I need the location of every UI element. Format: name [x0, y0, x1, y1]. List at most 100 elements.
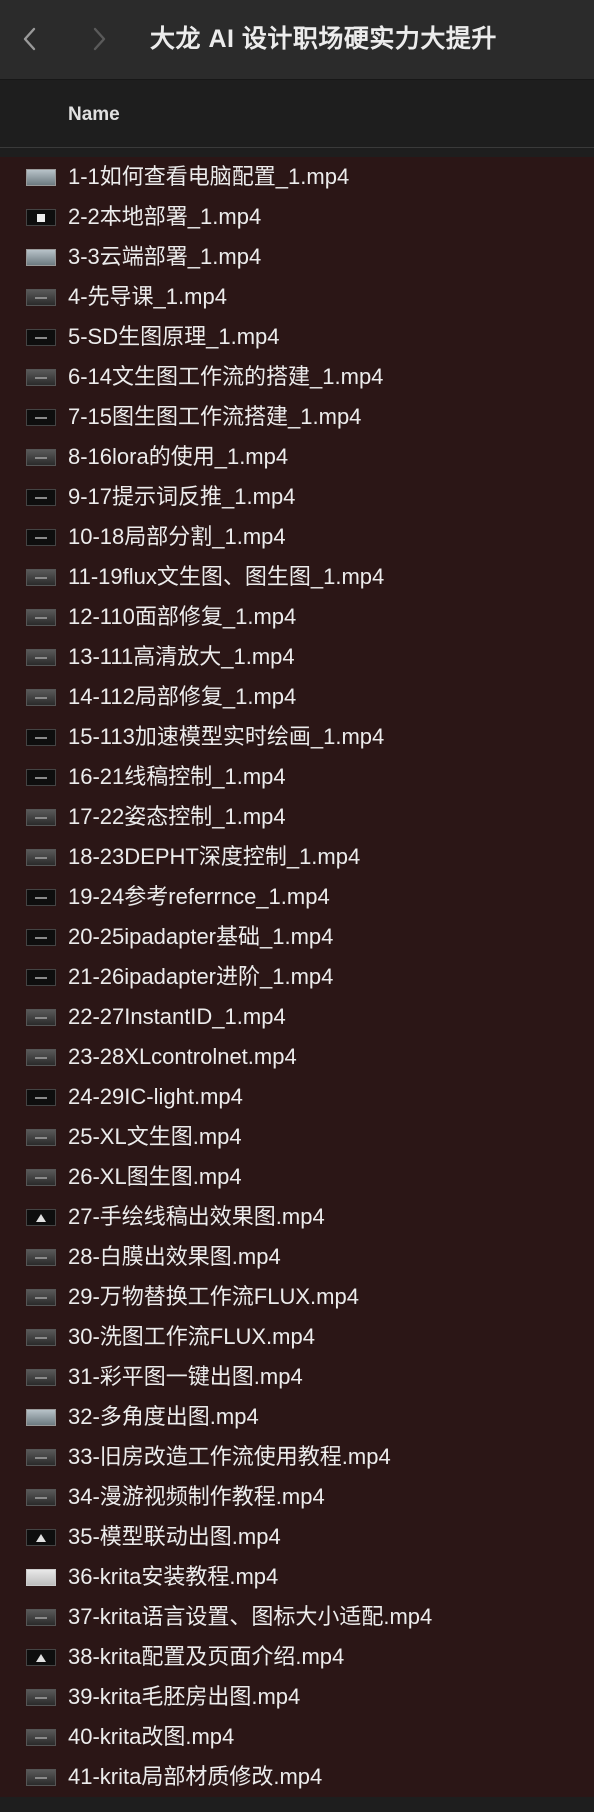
- finder-toolbar: 大龙 AI 设计职场硬实力大提升: [0, 0, 594, 80]
- video-thumbnail-icon: [26, 1129, 56, 1146]
- file-row[interactable]: 27-手绘线稿出效果图.mp4: [0, 1197, 594, 1237]
- file-name: 25-XL文生图.mp4: [68, 1124, 242, 1149]
- file-row[interactable]: 36-krita安装教程.mp4: [0, 1557, 594, 1597]
- file-row[interactable]: 3-3云端部署_1.mp4: [0, 237, 594, 277]
- file-row[interactable]: 21-26ipadapter进阶_1.mp4: [0, 957, 594, 997]
- file-name: 16-21线稿控制_1.mp4: [68, 764, 286, 789]
- video-thumbnail-icon: [26, 1449, 56, 1466]
- file-name: 37-krita语言设置、图标大小适配.mp4: [68, 1604, 433, 1629]
- file-row[interactable]: 14-112局部修复_1.mp4: [0, 677, 594, 717]
- file-name: 14-112局部修复_1.mp4: [68, 684, 297, 709]
- video-thumbnail-icon: [26, 1329, 56, 1346]
- file-row[interactable]: 24-29IC-light.mp4: [0, 1077, 594, 1117]
- file-row[interactable]: 40-krita改图.mp4: [0, 1717, 594, 1757]
- file-name: 22-27InstantID_1.mp4: [68, 1004, 286, 1029]
- file-row[interactable]: 6-14文生图工作流的搭建_1.mp4: [0, 357, 594, 397]
- list-header: Name: [0, 80, 594, 148]
- video-thumbnail-icon: [26, 1369, 56, 1386]
- file-row[interactable]: 23-28XLcontrolnet.mp4: [0, 1037, 594, 1077]
- file-name: 13-111高清放大_1.mp4: [68, 644, 295, 669]
- file-name: 28-白膜出效果图.mp4: [68, 1244, 281, 1269]
- video-thumbnail-icon: [26, 769, 56, 786]
- file-row[interactable]: 35-模型联动出图.mp4: [0, 1517, 594, 1557]
- file-row[interactable]: 18-23DEPHT深度控制_1.mp4: [0, 837, 594, 877]
- video-thumbnail-icon: [26, 569, 56, 586]
- file-row[interactable]: 1-1如何查看电脑配置_1.mp4: [0, 157, 594, 197]
- file-row[interactable]: 12-110面部修复_1.mp4: [0, 597, 594, 637]
- file-row[interactable]: 2-2本地部署_1.mp4: [0, 197, 594, 237]
- file-row[interactable]: 34-漫游视频制作教程.mp4: [0, 1477, 594, 1517]
- file-row[interactable]: 4-先导课_1.mp4: [0, 277, 594, 317]
- file-name: 27-手绘线稿出效果图.mp4: [68, 1204, 325, 1229]
- forward-button[interactable]: [85, 22, 115, 56]
- file-name: 17-22姿态控制_1.mp4: [68, 804, 286, 829]
- video-thumbnail-icon: [26, 1569, 56, 1586]
- file-row[interactable]: 39-krita毛胚房出图.mp4: [0, 1677, 594, 1717]
- video-thumbnail-icon: [26, 729, 56, 746]
- file-name: 11-19flux文生图、图生图_1.mp4: [68, 564, 385, 589]
- video-thumbnail-icon: [26, 329, 56, 346]
- chevron-left-icon: [23, 27, 36, 51]
- file-name: 9-17提示词反推_1.mp4: [68, 484, 296, 509]
- file-row[interactable]: 10-18局部分割_1.mp4: [0, 517, 594, 557]
- video-thumbnail-icon: [26, 1009, 56, 1026]
- column-header-name[interactable]: Name: [68, 104, 120, 126]
- file-name: 29-万物替换工作流FLUX.mp4: [68, 1284, 359, 1309]
- file-name: 7-15图生图工作流搭建_1.mp4: [68, 404, 362, 429]
- video-thumbnail-icon: [26, 889, 56, 906]
- video-thumbnail-icon: [26, 249, 56, 266]
- video-thumbnail-icon: [26, 289, 56, 306]
- file-name: 2-2本地部署_1.mp4: [68, 204, 262, 229]
- video-thumbnail-icon: [26, 1409, 56, 1426]
- file-row[interactable]: 13-111高清放大_1.mp4: [0, 637, 594, 677]
- video-thumbnail-icon: [26, 929, 56, 946]
- back-button[interactable]: [14, 22, 44, 56]
- file-list: 1-1如何查看电脑配置_1.mp4 2-2本地部署_1.mp4 3-3云端部署_1.…: [0, 157, 594, 1797]
- video-thumbnail-icon: [26, 1769, 56, 1786]
- video-thumbnail-icon: [26, 1049, 56, 1066]
- video-thumbnail-icon: [26, 1489, 56, 1506]
- video-thumbnail-icon: [26, 609, 56, 626]
- file-row[interactable]: 11-19flux文生图、图生图_1.mp4: [0, 557, 594, 597]
- file-row[interactable]: 32-多角度出图.mp4: [0, 1397, 594, 1437]
- video-thumbnail-icon: [26, 209, 56, 226]
- video-thumbnail-icon: [26, 1529, 56, 1546]
- file-row[interactable]: 38-krita配置及页面介绍.mp4: [0, 1637, 594, 1677]
- file-row[interactable]: 5-SD生图原理_1.mp4: [0, 317, 594, 357]
- file-name: 35-模型联动出图.mp4: [68, 1524, 281, 1549]
- file-row[interactable]: 19-24参考referrnce_1.mp4: [0, 877, 594, 917]
- file-row[interactable]: 22-27InstantID_1.mp4: [0, 997, 594, 1037]
- file-row[interactable]: 31-彩平图一键出图.mp4: [0, 1357, 594, 1397]
- video-thumbnail-icon: [26, 529, 56, 546]
- video-thumbnail-icon: [26, 1609, 56, 1626]
- file-name: 24-29IC-light.mp4: [68, 1084, 243, 1109]
- file-row[interactable]: 9-17提示词反推_1.mp4: [0, 477, 594, 517]
- video-thumbnail-icon: [26, 409, 56, 426]
- file-name: 26-XL图生图.mp4: [68, 1164, 242, 1189]
- file-name: 18-23DEPHT深度控制_1.mp4: [68, 844, 361, 869]
- file-row[interactable]: 28-白膜出效果图.mp4: [0, 1237, 594, 1277]
- file-name: 12-110面部修复_1.mp4: [68, 604, 297, 629]
- file-row[interactable]: 41-krita局部材质修改.mp4: [0, 1757, 594, 1797]
- file-name: 33-旧房改造工作流使用教程.mp4: [68, 1444, 391, 1469]
- video-thumbnail-icon: [26, 649, 56, 666]
- file-name: 20-25ipadapter基础_1.mp4: [68, 924, 334, 949]
- file-row[interactable]: 33-旧房改造工作流使用教程.mp4: [0, 1437, 594, 1477]
- file-row[interactable]: 15-113加速模型实时绘画_1.mp4: [0, 717, 594, 757]
- file-row[interactable]: 8-16lora的使用_1.mp4: [0, 437, 594, 477]
- file-row[interactable]: 7-15图生图工作流搭建_1.mp4: [0, 397, 594, 437]
- video-thumbnail-icon: [26, 489, 56, 506]
- file-row[interactable]: 25-XL文生图.mp4: [0, 1117, 594, 1157]
- window-title: 大龙 AI 设计职场硬实力大提升: [150, 25, 497, 53]
- file-row[interactable]: 17-22姿态控制_1.mp4: [0, 797, 594, 837]
- file-name: 34-漫游视频制作教程.mp4: [68, 1484, 325, 1509]
- file-row[interactable]: 29-万物替换工作流FLUX.mp4: [0, 1277, 594, 1317]
- file-name: 1-1如何查看电脑配置_1.mp4: [68, 164, 350, 189]
- file-name: 15-113加速模型实时绘画_1.mp4: [68, 724, 385, 749]
- file-row[interactable]: 16-21线稿控制_1.mp4: [0, 757, 594, 797]
- video-thumbnail-icon: [26, 1729, 56, 1746]
- file-row[interactable]: 30-洗图工作流FLUX.mp4: [0, 1317, 594, 1357]
- file-row[interactable]: 26-XL图生图.mp4: [0, 1157, 594, 1197]
- file-row[interactable]: 37-krita语言设置、图标大小适配.mp4: [0, 1597, 594, 1637]
- file-row[interactable]: 20-25ipadapter基础_1.mp4: [0, 917, 594, 957]
